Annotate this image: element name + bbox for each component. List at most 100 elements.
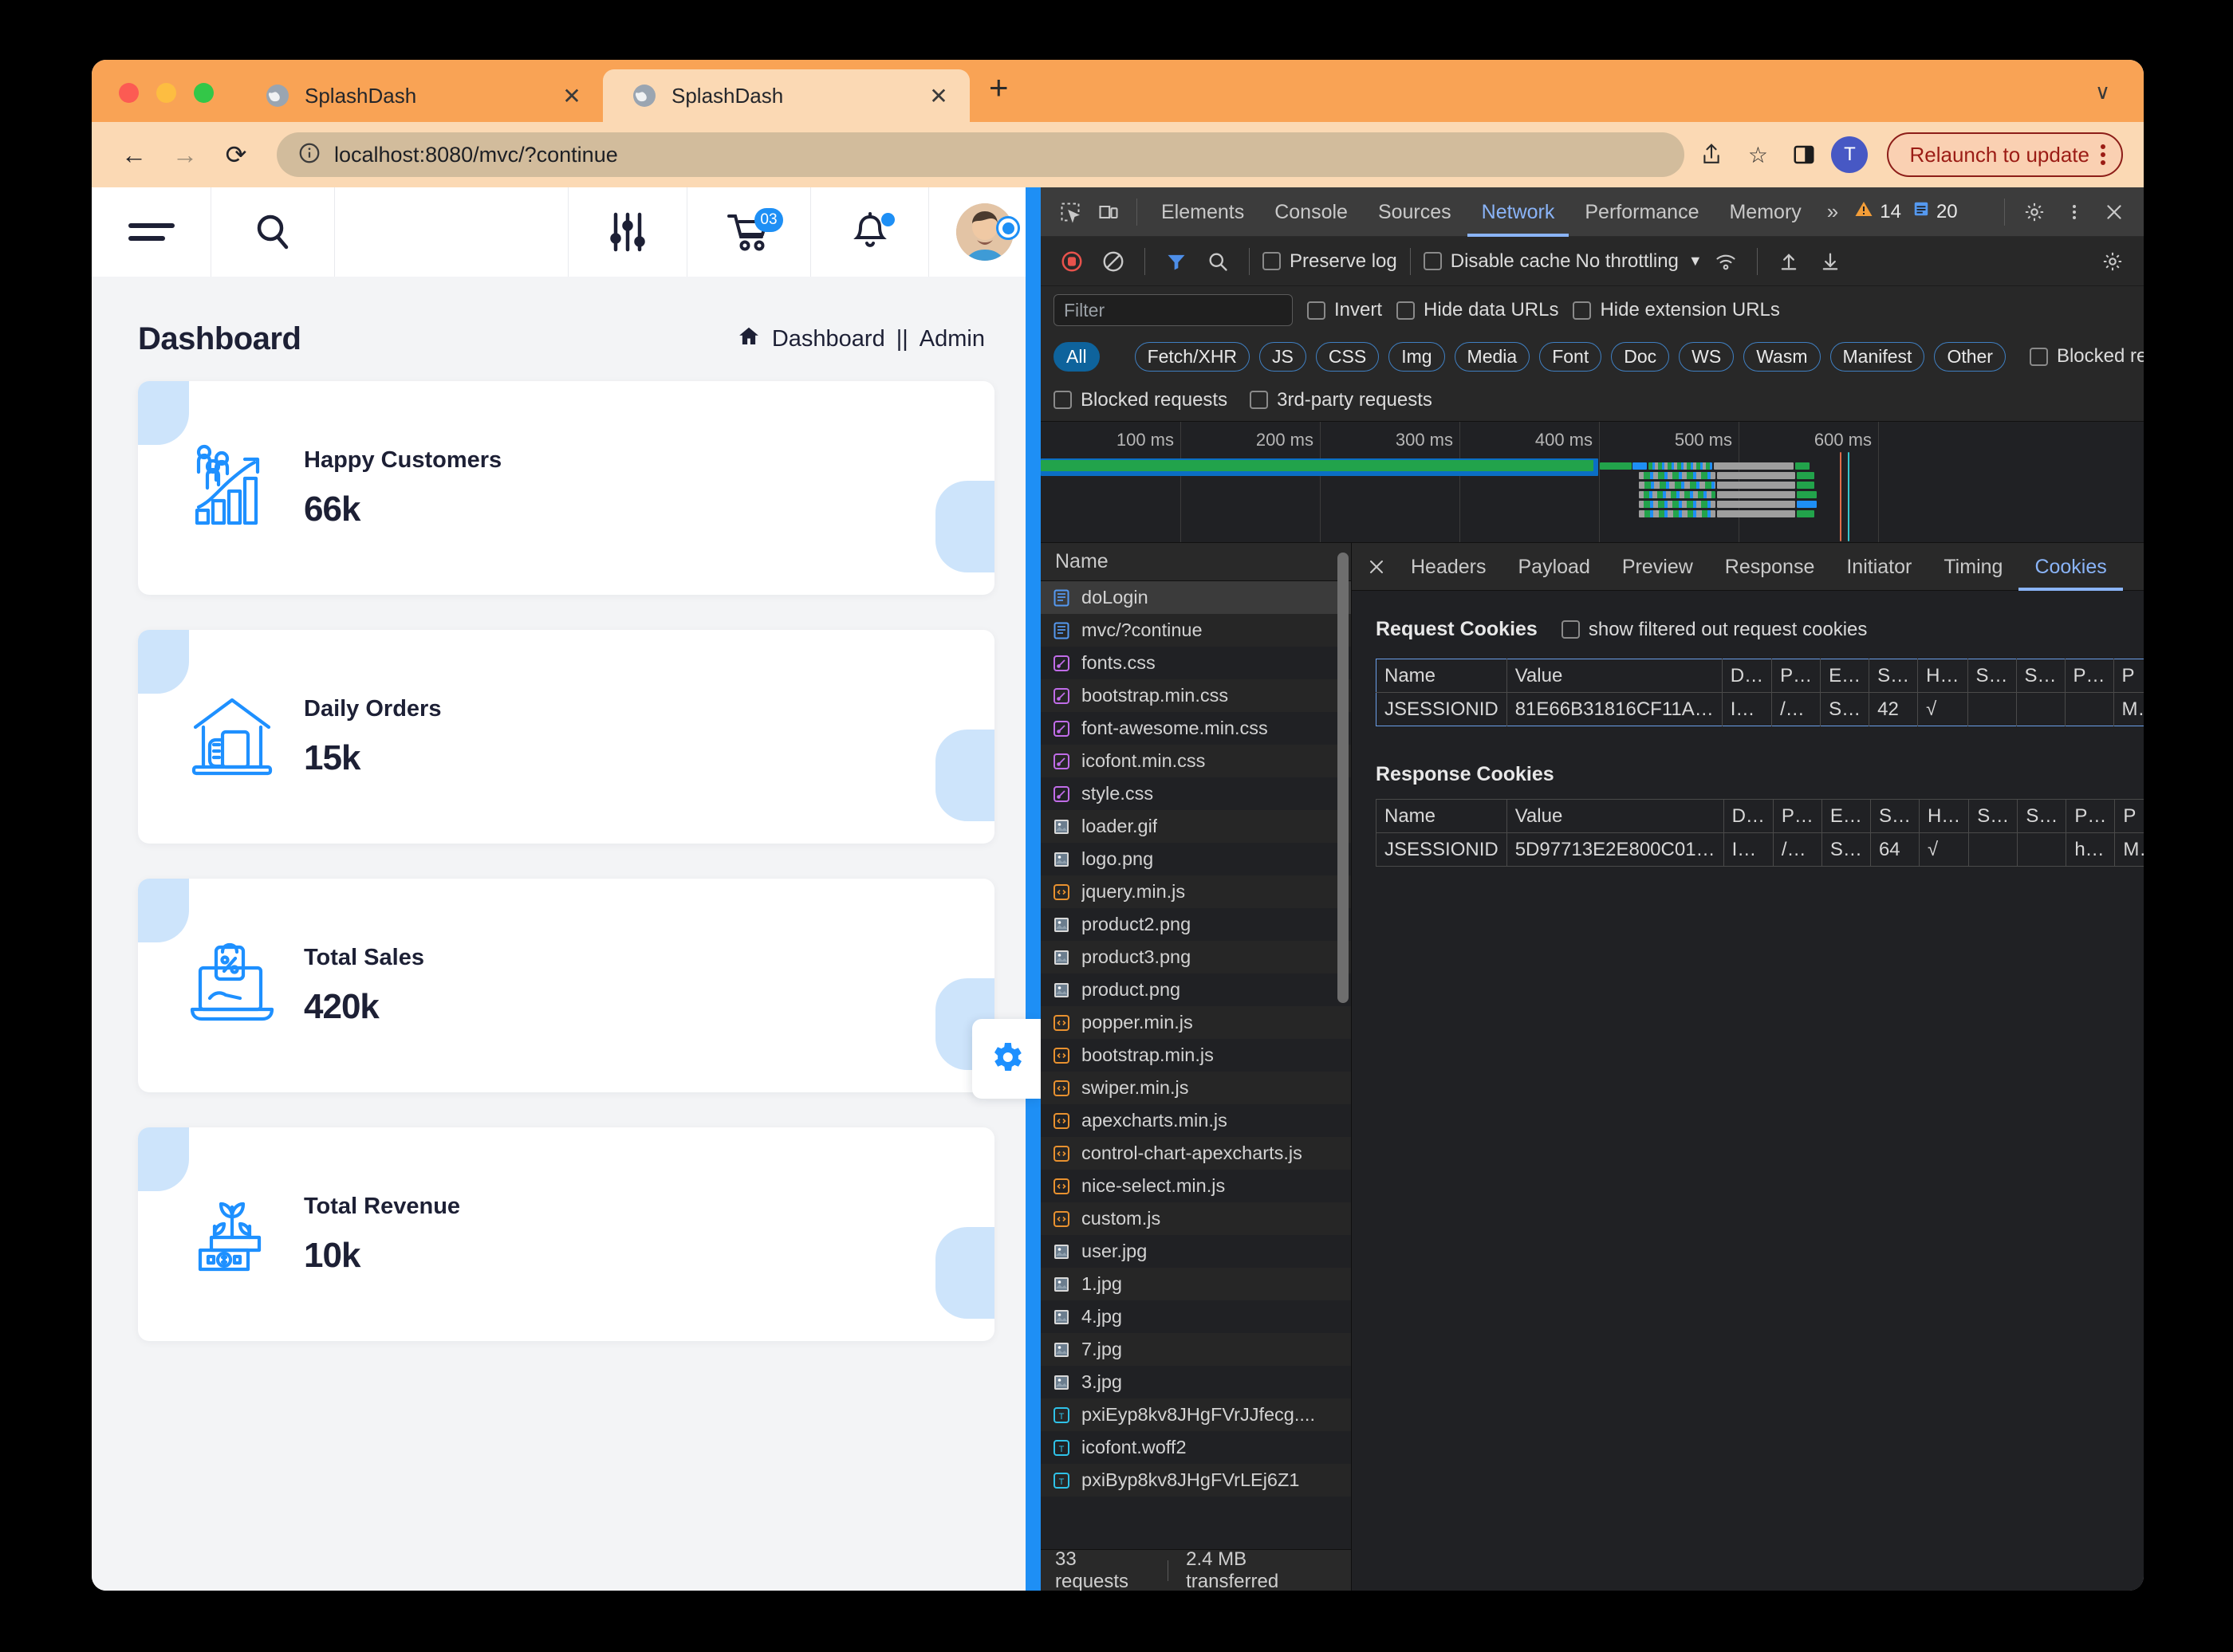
request-row[interactable]: icofont.min.css [1041, 745, 1351, 777]
clear-circle-icon[interactable] [1095, 243, 1132, 280]
column-header[interactable]: S… [1969, 800, 2018, 833]
column-header[interactable]: S… [1869, 659, 1918, 693]
devtools-tab-network[interactable]: Network [1467, 187, 1569, 237]
breadcrumb-current[interactable]: Dashboard [772, 326, 885, 352]
user-avatar-button[interactable] [929, 187, 1041, 277]
column-header[interactable]: S… [1870, 800, 1919, 833]
type-filter-all[interactable]: All [1053, 342, 1100, 372]
reload-button[interactable]: ⟳ [215, 133, 258, 176]
request-row[interactable]: 3.jpg [1041, 1366, 1351, 1398]
column-header[interactable]: S… [2016, 659, 2065, 693]
request-row[interactable]: product.png [1041, 974, 1351, 1006]
search-icon[interactable] [1199, 243, 1236, 280]
network-conditions-icon[interactable] [1707, 243, 1744, 280]
address-bar[interactable]: localhost:8080/mvc/?continue [277, 132, 1684, 177]
request-row[interactable]: bootstrap.min.js [1041, 1039, 1351, 1072]
column-header[interactable]: P… [2065, 659, 2113, 693]
blocked-requests-checkbox[interactable]: Blocked requests [1053, 389, 1227, 411]
upload-har-icon[interactable] [1770, 243, 1807, 280]
checkbox-box[interactable] [1307, 301, 1325, 320]
devtools-tab-sources[interactable]: Sources [1364, 187, 1466, 237]
profile-avatar[interactable]: T [1831, 136, 1868, 173]
show-filtered-cookies-checkbox[interactable]: show filtered out request cookies [1562, 619, 1868, 641]
request-row[interactable]: nice-select.min.js [1041, 1170, 1351, 1202]
record-stop-icon[interactable] [1053, 243, 1090, 280]
funnel-icon[interactable] [1158, 243, 1195, 280]
more-panels-icon[interactable]: » [1818, 199, 1848, 224]
request-row[interactable]: logo.png [1041, 843, 1351, 875]
cart-button[interactable]: 03 [687, 187, 811, 277]
checkbox-box[interactable] [1396, 301, 1415, 320]
network-overview-timeline[interactable]: 100 ms 200 ms 300 ms 400 ms 500 ms 600 m… [1041, 422, 2144, 543]
message-count-badge[interactable]: 20 [1908, 200, 1963, 223]
column-header[interactable]: D… [1723, 800, 1773, 833]
warning-count-badge[interactable]: 14 [1849, 199, 1906, 224]
hide-extension-urls-checkbox[interactable]: Hide extension URLs [1573, 299, 1779, 321]
type-filter-ws[interactable]: WS [1679, 342, 1734, 372]
table-row[interactable]: JSESSIONID5D97713E2E800C01…I…/…S…64√h…M… [1376, 833, 2144, 867]
close-icon[interactable] [2096, 194, 2133, 230]
request-list-header[interactable]: Name [1041, 543, 1351, 581]
response-cookies-table[interactable]: NameValueD…P…E…S…H…S…S…P…PJSESSIONID5D97… [1376, 799, 2144, 867]
column-header[interactable]: Name [1376, 800, 1507, 833]
request-row[interactable]: user.jpg [1041, 1235, 1351, 1268]
network-settings-gear-icon[interactable] [2094, 243, 2131, 280]
scrollbar-thumb[interactable] [1337, 553, 1349, 1003]
maximize-window-button[interactable] [194, 83, 214, 103]
type-filter-css[interactable]: CSS [1316, 342, 1379, 372]
column-header[interactable]: P… [1773, 800, 1821, 833]
preserve-log-checkbox[interactable]: Preserve log [1262, 250, 1397, 273]
settings-floating-button[interactable] [972, 1019, 1041, 1099]
request-row[interactable]: loader.gif [1041, 810, 1351, 843]
type-filter-media[interactable]: Media [1455, 342, 1530, 372]
stat-card[interactable]: Happy Customers 66k [138, 381, 994, 595]
column-header[interactable]: Value [1506, 659, 1722, 693]
type-filter-other[interactable]: Other [1934, 342, 2006, 372]
checkbox-box[interactable] [1262, 252, 1281, 270]
request-row[interactable]: TpxiByp8kv8JHgFVrLEj6Z1 [1041, 1464, 1351, 1497]
devtools-tab-performance[interactable]: Performance [1570, 187, 1713, 237]
inspect-element-icon[interactable] [1052, 194, 1089, 230]
column-header[interactable]: S… [1967, 659, 2016, 693]
checkbox-box[interactable] [1424, 252, 1442, 270]
request-cookies-table[interactable]: NameValueD…P…E…S…H…S…S…P…PJSESSIONID81E6… [1376, 659, 2144, 726]
page-scrollbar-thumb[interactable] [1026, 187, 1041, 1304]
page-scrollbar[interactable] [1026, 187, 1041, 1591]
checkbox-box[interactable] [1573, 301, 1591, 320]
detail-tab-headers[interactable]: Headers [1395, 543, 1502, 591]
side-panel-icon[interactable] [1785, 136, 1823, 174]
info-circle-icon[interactable] [297, 141, 321, 169]
devtools-tab-console[interactable]: Console [1260, 187, 1362, 237]
forward-button[interactable]: → [163, 133, 207, 176]
column-header[interactable]: H… [1919, 800, 1968, 833]
chevron-down-icon[interactable]: ∨ [2095, 80, 2110, 104]
column-header[interactable]: H… [1918, 659, 1967, 693]
hide-data-urls-checkbox[interactable]: Hide data URLs [1396, 299, 1558, 321]
checkbox-box[interactable] [1053, 391, 1072, 409]
breadcrumb-section[interactable]: Admin [920, 326, 985, 352]
stat-card[interactable]: Total Revenue 10k [138, 1127, 994, 1341]
column-header[interactable]: P… [1772, 659, 1821, 693]
request-row[interactable]: 4.jpg [1041, 1300, 1351, 1333]
blocked-response-cookies-checkbox[interactable]: Blocked response cookies [2030, 345, 2144, 368]
filter-input[interactable]: Filter [1053, 294, 1293, 326]
minimize-window-button[interactable] [156, 83, 176, 103]
stat-card[interactable]: Total Sales 420k [138, 879, 994, 1092]
close-icon[interactable] [1358, 549, 1395, 585]
devtools-tab-elements[interactable]: Elements [1147, 187, 1258, 237]
checkbox-box[interactable] [1562, 620, 1580, 639]
column-header[interactable]: P [2115, 800, 2144, 833]
notifications-button[interactable] [811, 187, 929, 277]
third-party-requests-checkbox[interactable]: 3rd-party requests [1250, 389, 1432, 411]
search-button[interactable] [211, 187, 335, 277]
request-list-scrollbar[interactable] [1337, 543, 1349, 1591]
relaunch-to-update-button[interactable]: Relaunch to update [1887, 132, 2123, 177]
type-filter-fetchxhr[interactable]: Fetch/XHR [1135, 342, 1250, 372]
request-row[interactable]: Ticofont.woff2 [1041, 1431, 1351, 1464]
hamburger-menu-button[interactable] [92, 187, 211, 277]
request-row[interactable]: swiper.min.js [1041, 1072, 1351, 1104]
column-header[interactable]: Name [1376, 659, 1507, 693]
request-row[interactable]: doLogin [1041, 581, 1351, 614]
detail-tab-timing[interactable]: Timing [1928, 543, 2018, 591]
home-icon[interactable] [737, 324, 761, 355]
